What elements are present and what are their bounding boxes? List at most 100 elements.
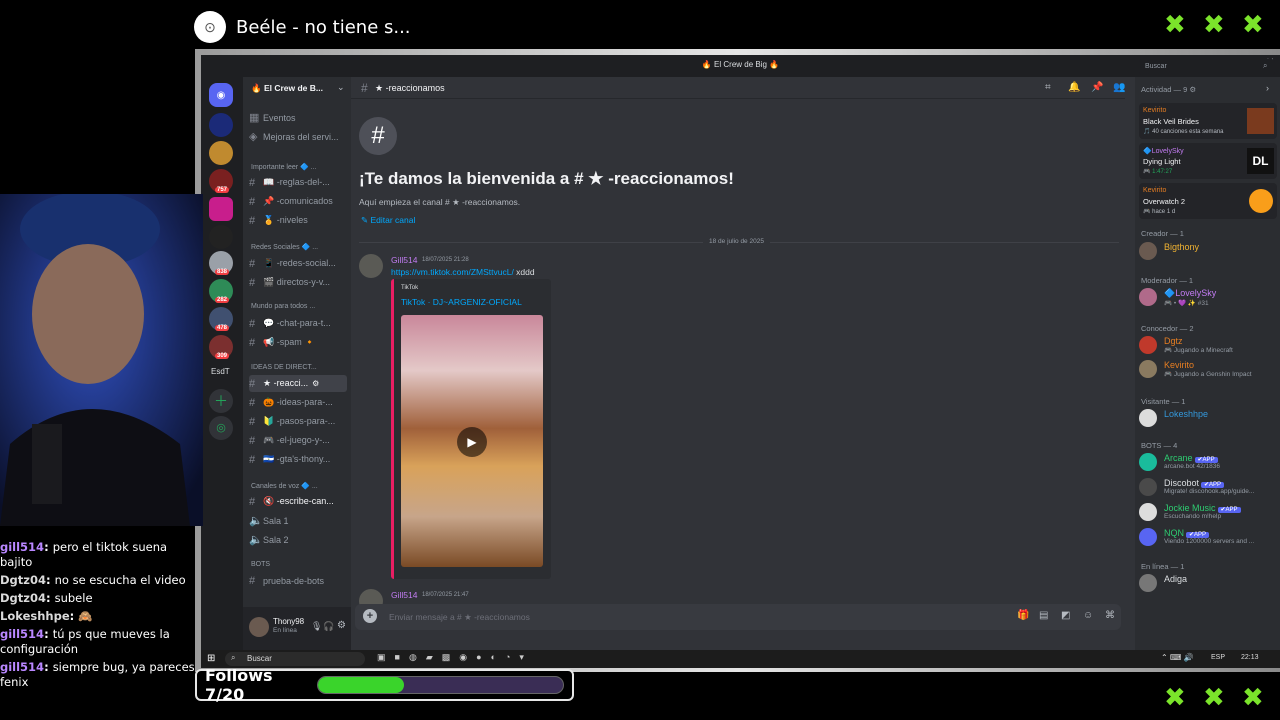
channel-item-active[interactable]: # ★ -reacci... ⚙ bbox=[249, 375, 347, 392]
emoji-icon[interactable]: ☺ bbox=[1083, 610, 1093, 621]
server-icon[interactable] bbox=[209, 113, 233, 137]
category-label[interactable]: Importante leer 🔷 ... bbox=[251, 163, 317, 171]
chrome-icon[interactable]: ◍ bbox=[409, 652, 417, 663]
channel-item[interactable]: # 🔇 -escribe-can... bbox=[249, 493, 347, 510]
channel-item[interactable]: # 🎬 directos-y-v... bbox=[249, 274, 347, 291]
member-item[interactable]: Jockie Music ✔APP Escuchando m!help bbox=[1139, 503, 1277, 521]
voice-channel-item[interactable]: 🔈 Sala 2 bbox=[249, 531, 347, 548]
mention-badge: 478 bbox=[215, 325, 230, 331]
category-label[interactable]: BOTS bbox=[251, 561, 270, 568]
welcome-title: ¡Te damos la bienvenida a # ★ -reacciona… bbox=[359, 169, 734, 188]
folder-icon[interactable]: ▰ bbox=[426, 652, 433, 663]
settings-icon[interactable]: ⚙ bbox=[312, 379, 319, 388]
channel-item[interactable]: # 🎮 -el-juego-y-... bbox=[249, 432, 347, 449]
avatar[interactable] bbox=[249, 617, 269, 637]
embed-title[interactable]: TikTok · DJ~ARGENIZ-OFICIAL bbox=[401, 297, 522, 307]
channel-item[interactable]: # 🇸🇻 -gta's-thony... bbox=[249, 451, 347, 468]
discord-home-icon[interactable]: ◉ bbox=[209, 83, 233, 107]
message-timestamp: 18/07/2025 21:47 bbox=[422, 592, 469, 598]
avatar bbox=[1139, 360, 1157, 378]
events-item[interactable]: ▦ Eventos bbox=[249, 109, 347, 126]
activity-card[interactable]: Kevirito Black Veil Brides 🎵 40 cancione… bbox=[1139, 103, 1277, 139]
discord-icon[interactable]: ◐ bbox=[491, 652, 496, 663]
boosts-item[interactable]: ◈ Mejoras del servi... bbox=[249, 128, 347, 145]
member-item[interactable]: Discobot ✔APP Migrate! discohook.app/guide… bbox=[1139, 478, 1277, 496]
channel-item[interactable]: # 🔰 -pasos-para-... bbox=[249, 413, 347, 430]
app-icon[interactable]: ▩ bbox=[442, 652, 451, 663]
search-input[interactable]: Buscar ⌕ bbox=[1139, 59, 1275, 75]
pin-icon[interactable]: 📌 bbox=[1091, 82, 1103, 93]
member-item[interactable]: 🔷LovelySky 🎮 • 💜 ✨ #31 bbox=[1139, 288, 1277, 307]
channel-item[interactable]: # prueba-de-bots bbox=[249, 572, 347, 589]
server-name[interactable]: 🔥 El Crew de B... bbox=[251, 83, 323, 94]
category-label[interactable]: IDEAS DE DIRECT... bbox=[251, 364, 317, 371]
language-indicator[interactable]: ESP bbox=[1211, 654, 1225, 661]
activity-card[interactable]: Kevirito Overwatch 2 🎮 hace 1 d bbox=[1139, 183, 1277, 219]
channel-hash-icon: # bbox=[359, 117, 397, 155]
message-author[interactable]: Gill514 bbox=[391, 590, 417, 600]
member-item[interactable]: Kevirito 🎮 Jugando a Genshin Impact bbox=[1139, 360, 1277, 378]
avatar[interactable] bbox=[359, 254, 383, 278]
taskbar-search[interactable]: ⌕ Buscar bbox=[225, 652, 365, 666]
category-label[interactable]: Mundo para todos ... bbox=[251, 303, 315, 310]
message-author[interactable]: Gill514 bbox=[391, 255, 417, 265]
game-icon: DL bbox=[1247, 148, 1274, 174]
tray-icons[interactable]: ⌃ ⌨ 🔊 bbox=[1161, 653, 1194, 662]
channel-item[interactable]: # 📢 -spam 🔸 bbox=[249, 334, 347, 351]
member-item[interactable]: Bigthony bbox=[1139, 242, 1277, 260]
calendar-icon: ▦ bbox=[249, 112, 260, 124]
obs-icon[interactable]: ◉ bbox=[459, 652, 467, 663]
explore-icon[interactable]: ◎ bbox=[209, 416, 233, 440]
voice-channel-item[interactable]: 🔈 Sala 1 bbox=[249, 512, 347, 529]
server-label[interactable]: EsdT bbox=[211, 367, 230, 376]
member-item[interactable]: Dgtz 🎮 Jugando a Minecraft bbox=[1139, 336, 1277, 354]
activity-card[interactable]: 🔷LovelySky Dying Light 🎮 1:47:27 DL bbox=[1139, 143, 1277, 179]
app-icon[interactable]: ▾ bbox=[519, 652, 524, 663]
gift-icon[interactable]: 🎁 bbox=[1017, 610, 1029, 621]
members-icon[interactable]: 👥 bbox=[1113, 82, 1125, 93]
category-label[interactable]: Redes Sociales 🔷 ... bbox=[251, 243, 318, 251]
sticker-icon[interactable]: ◩ bbox=[1061, 610, 1070, 621]
threads-icon[interactable]: ⌗ bbox=[1045, 82, 1051, 93]
member-item[interactable]: Adiga bbox=[1139, 574, 1277, 592]
tiktok-link[interactable]: https://vm.tiktok.com/ZMSttvucL/ bbox=[391, 267, 514, 277]
chevron-down-icon[interactable]: ⌄ bbox=[337, 82, 345, 93]
headphones-icon[interactable]: 🎧 bbox=[323, 621, 334, 632]
apps-icon[interactable]: ⌘ bbox=[1105, 610, 1115, 621]
gear-icon[interactable]: ⚙ bbox=[337, 620, 346, 631]
add-attachment-icon[interactable]: + bbox=[363, 609, 377, 623]
channel-item[interactable]: # 📌 -comunicados bbox=[249, 193, 347, 210]
server-icon[interactable] bbox=[209, 197, 233, 221]
composer-placeholder[interactable]: Enviar mensaje a # ★ -reaccionamos bbox=[389, 612, 530, 623]
microphone-icon[interactable]: 🎙 bbox=[311, 621, 322, 632]
member-item[interactable]: Arcane ✔APP arcane.bot 42/1836 bbox=[1139, 453, 1277, 471]
whatsapp-icon[interactable]: ◔ bbox=[505, 652, 510, 663]
gif-icon[interactable]: ▤ bbox=[1039, 610, 1048, 621]
play-icon[interactable]: ▶ bbox=[457, 427, 487, 457]
windows-start-icon[interactable]: ⊞ bbox=[207, 653, 215, 664]
server-icon[interactable] bbox=[209, 141, 233, 165]
add-server-icon[interactable]: ＋ bbox=[209, 389, 233, 413]
channel-item[interactable]: # 🎃 -ideas-para-... bbox=[249, 394, 347, 411]
channel-item[interactable]: # 💬 -chat-para-t... bbox=[249, 315, 347, 332]
date-divider: 18 de julio de 2025 bbox=[703, 238, 770, 245]
avatar bbox=[1139, 409, 1157, 427]
clock[interactable]: 22:13 bbox=[1241, 654, 1259, 661]
channel-sidebar: 🔥 El Crew de B... ⌄ ▦ Eventos ◈ Mejoras de… bbox=[243, 77, 351, 650]
chat-message: Dgtz04: no se escucha el video bbox=[0, 573, 186, 587]
edit-channel-link[interactable]: ✎ Editar canal bbox=[361, 215, 415, 226]
member-item[interactable]: NQN ✔APP Viendo 1200000 servers and ... bbox=[1139, 528, 1277, 546]
category-label[interactable]: Canales de voz 🔷 ... bbox=[251, 482, 318, 490]
video-thumbnail[interactable]: ▶ bbox=[401, 315, 543, 567]
spotify-icon[interactable]: ● bbox=[476, 652, 481, 663]
channel-item[interactable]: # 🏅 -niveles bbox=[249, 212, 347, 229]
channel-item[interactable]: # 📖 -reglas-del-... bbox=[249, 174, 347, 191]
task-view-icon[interactable]: ▣ bbox=[377, 652, 386, 663]
bell-icon[interactable]: 🔔 bbox=[1068, 82, 1080, 93]
member-item[interactable]: Lokeshhpe bbox=[1139, 409, 1277, 427]
chevron-right-icon[interactable]: › bbox=[1266, 83, 1269, 93]
message-composer[interactable]: + Enviar mensaje a # ★ -reaccionamos 🎁 ▤… bbox=[355, 604, 1121, 630]
channel-item[interactable]: # 📱 -redes-social... bbox=[249, 255, 347, 272]
server-icon[interactable] bbox=[209, 225, 233, 249]
app-icon[interactable]: ■ bbox=[395, 652, 400, 663]
